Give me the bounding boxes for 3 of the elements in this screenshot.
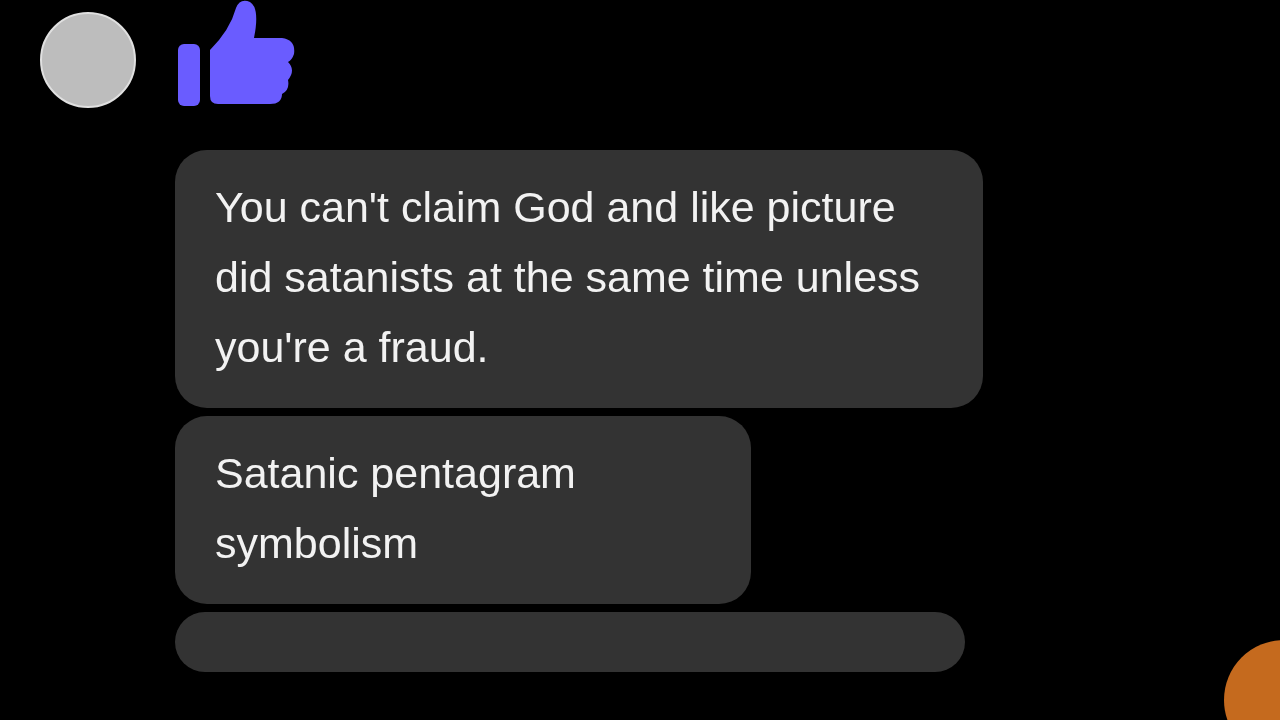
thumbs-up-icon xyxy=(178,0,296,106)
message-bubble: Satanic pentagram symbolism xyxy=(175,416,751,604)
message-bubble: You can't claim God and like picture did satanists at the same time unless you're a fraud. xyxy=(175,150,983,408)
